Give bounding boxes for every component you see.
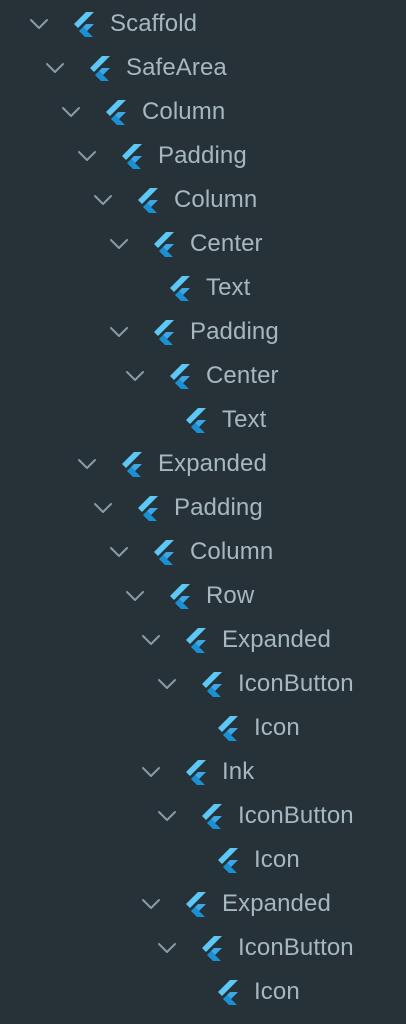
tree-node-icon[interactable]: Icon xyxy=(0,970,406,1014)
tree-node-label: Icon xyxy=(254,978,300,1005)
chevron-down-icon[interactable] xyxy=(92,499,114,517)
chevron-down-icon[interactable] xyxy=(124,367,146,385)
tree-node-label: Padding xyxy=(158,142,247,169)
tree-node-padding[interactable]: Padding xyxy=(0,310,406,354)
tree-node-center[interactable]: Center xyxy=(0,354,406,398)
flutter-icon xyxy=(136,495,162,521)
tree-node-label: Expanded xyxy=(222,890,331,917)
tree-node-row[interactable]: Row xyxy=(0,574,406,618)
tree-node-iconbutton[interactable]: IconButton xyxy=(0,662,406,706)
chevron-down-icon[interactable] xyxy=(60,103,82,121)
tree-node-label: Padding xyxy=(190,318,279,345)
flutter-icon xyxy=(216,847,242,873)
tree-node-label: Center xyxy=(206,362,279,389)
flutter-icon xyxy=(216,979,242,1005)
tree-node-label: Icon xyxy=(254,846,300,873)
chevron-down-icon[interactable] xyxy=(108,543,130,561)
flutter-icon xyxy=(168,275,194,301)
tree-node-safearea[interactable]: SafeArea xyxy=(0,46,406,90)
flutter-icon xyxy=(72,11,98,37)
chevron-down-icon[interactable] xyxy=(140,763,162,781)
tree-node-label: IconButton xyxy=(238,934,354,961)
tree-node-label: Icon xyxy=(254,714,300,741)
flutter-icon xyxy=(200,671,226,697)
chevron-down-icon[interactable] xyxy=(108,323,130,341)
tree-node-label: Row xyxy=(206,582,255,609)
tree-node-expanded[interactable]: Expanded xyxy=(0,882,406,926)
tree-node-label: Column xyxy=(142,98,226,125)
tree-node-expanded[interactable]: Expanded xyxy=(0,618,406,662)
tree-node-label: SafeArea xyxy=(126,54,227,81)
tree-node-scaffold[interactable]: Scaffold xyxy=(0,2,406,46)
tree-node-padding[interactable]: Padding xyxy=(0,486,406,530)
tree-node-column[interactable]: Column xyxy=(0,530,406,574)
chevron-down-icon[interactable] xyxy=(140,631,162,649)
chevron-down-icon[interactable] xyxy=(124,587,146,605)
tree-node-column[interactable]: Column xyxy=(0,90,406,134)
chevron-down-icon[interactable] xyxy=(76,455,98,473)
flutter-icon xyxy=(88,55,114,81)
flutter-icon xyxy=(120,143,146,169)
tree-node-label: Column xyxy=(174,186,258,213)
tree-node-padding[interactable]: Padding xyxy=(0,134,406,178)
chevron-down-icon[interactable] xyxy=(76,147,98,165)
tree-node-iconbutton[interactable]: IconButton xyxy=(0,794,406,838)
tree-node-column[interactable]: Column xyxy=(0,178,406,222)
chevron-down-icon[interactable] xyxy=(28,15,50,33)
widget-tree: Scaffold SafeArea Column Padding Column Cente… xyxy=(0,2,406,1024)
flutter-icon xyxy=(200,935,226,961)
tree-node-label: Text xyxy=(206,274,251,301)
flutter-icon xyxy=(152,231,178,257)
tree-node-ink[interactable]: Ink xyxy=(0,750,406,794)
tree-node-label: IconButton xyxy=(238,802,354,829)
chevron-down-icon[interactable] xyxy=(156,939,178,957)
tree-node-label: Center xyxy=(190,230,263,257)
flutter-icon xyxy=(184,627,210,653)
flutter-icon xyxy=(184,407,210,433)
flutter-icon xyxy=(120,451,146,477)
flutter-icon xyxy=(184,759,210,785)
flutter-icon xyxy=(152,319,178,345)
tree-node-iconbutton[interactable]: IconButton xyxy=(0,926,406,970)
tree-node-text[interactable]: Text xyxy=(0,266,406,310)
tree-node-label: Column xyxy=(190,538,274,565)
chevron-down-icon[interactable] xyxy=(92,191,114,209)
tree-node-center[interactable]: Center xyxy=(0,222,406,266)
flutter-icon xyxy=(152,539,178,565)
flutter-icon xyxy=(104,99,130,125)
chevron-down-icon[interactable] xyxy=(140,895,162,913)
flutter-icon xyxy=(216,715,242,741)
flutter-icon xyxy=(200,803,226,829)
chevron-down-icon[interactable] xyxy=(44,59,66,77)
flutter-icon xyxy=(168,363,194,389)
tree-node-icon[interactable]: Icon xyxy=(0,706,406,750)
tree-node-expanded[interactable]: Expanded xyxy=(0,442,406,486)
flutter-icon xyxy=(184,891,210,917)
tree-node-label: Scaffold xyxy=(110,10,198,37)
tree-node-label: Padding xyxy=(174,494,263,521)
tree-node-text[interactable]: Text xyxy=(0,398,406,442)
chevron-down-icon[interactable] xyxy=(156,675,178,693)
tree-node-label: Expanded xyxy=(222,626,331,653)
flutter-icon xyxy=(136,187,162,213)
chevron-down-icon[interactable] xyxy=(156,807,178,825)
chevron-down-icon[interactable] xyxy=(108,235,130,253)
tree-node-label: Text xyxy=(222,406,267,433)
tree-node-icon[interactable]: Icon xyxy=(0,838,406,882)
tree-node-label: Expanded xyxy=(158,450,267,477)
tree-node-label: IconButton xyxy=(238,670,354,697)
tree-node-label: Ink xyxy=(222,758,255,785)
flutter-icon xyxy=(168,583,194,609)
